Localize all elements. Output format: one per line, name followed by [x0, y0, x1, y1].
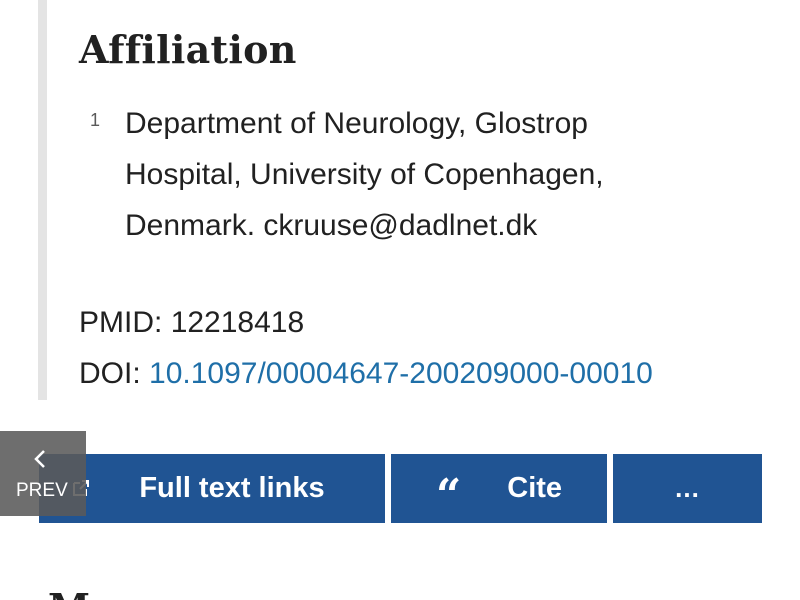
- doi-label: DOI:: [79, 357, 141, 390]
- full-text-links-button[interactable]: Full text links: [39, 454, 385, 523]
- affiliation-number: 1: [90, 110, 101, 130]
- doi-link[interactable]: 10.1097/00004647-200209000-00010: [149, 357, 653, 390]
- article-page: Affiliation 1 Department of Neurology, G…: [0, 0, 800, 600]
- affiliation-left-border: [38, 0, 47, 400]
- cite-label: Cite: [507, 472, 563, 504]
- affiliation-heading: Affiliation: [79, 27, 297, 72]
- prev-article-tab[interactable]: PREV: [0, 431, 86, 516]
- cite-button[interactable]: “ Cite: [391, 454, 607, 523]
- affiliation-text: Department of Neurology, Glostrop Hospit…: [125, 107, 604, 242]
- chevron-left-icon: [34, 450, 45, 468]
- pmid-label: PMID:: [79, 306, 163, 339]
- quote-icon: “: [435, 469, 462, 521]
- pmid-value: 12218418: [170, 306, 305, 339]
- next-section-heading: M: [48, 588, 90, 600]
- prev-label: PREV: [16, 480, 68, 501]
- more-actions-button[interactable]: ...: [613, 454, 762, 523]
- pmid-line: PMID: 12218418: [79, 300, 304, 346]
- doi-line: DOI: 10.1097/00004647-200209000-00010: [79, 351, 653, 397]
- more-actions-label: ...: [675, 473, 700, 503]
- full-text-links-label: Full text links: [139, 472, 325, 504]
